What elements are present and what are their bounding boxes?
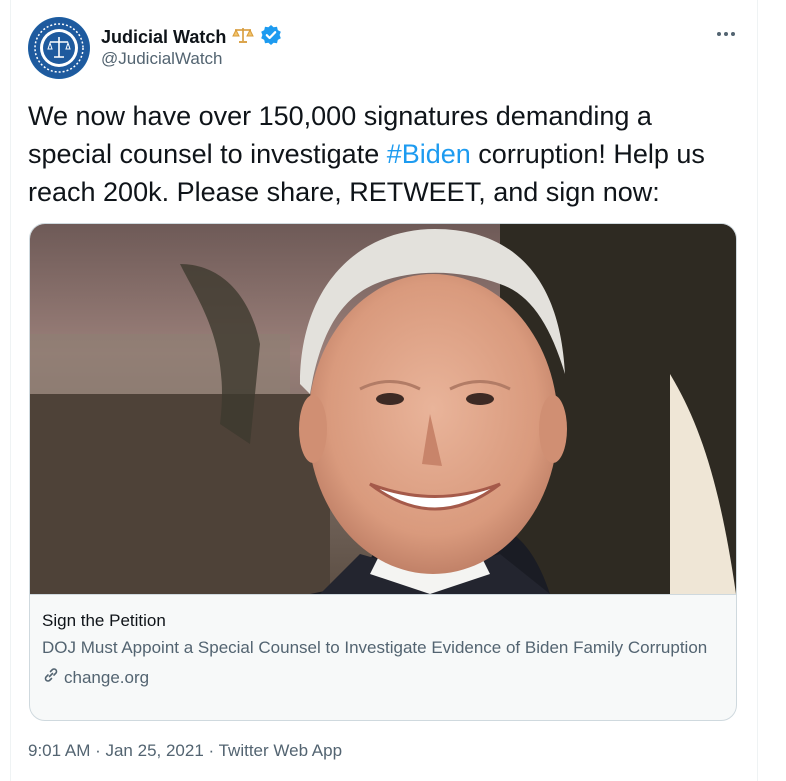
card-body: Sign the Petition DOJ Must Appoint a Spe…: [42, 610, 722, 689]
hashtag-link[interactable]: #Biden: [387, 139, 471, 169]
more-options-icon[interactable]: [714, 22, 738, 46]
card-label: Sign the Petition: [42, 611, 166, 630]
timestamp[interactable]: 9:01 AM · Jan 25, 2021 ·: [28, 741, 219, 760]
card-domain[interactable]: change.org: [64, 668, 149, 688]
source-app[interactable]: Twitter Web App: [219, 741, 342, 760]
tweet-metadata: 9:01 AM · Jan 25, 2021 · Twitter Web App: [28, 741, 342, 761]
card-title[interactable]: DOJ Must Appoint a Special Counsel to In…: [42, 636, 722, 660]
avatar[interactable]: [28, 17, 90, 79]
card-image[interactable]: [30, 224, 736, 595]
link-icon: [42, 666, 60, 689]
card-link[interactable]: change.org: [42, 666, 722, 689]
author-name[interactable]: Judicial Watch: [101, 27, 226, 48]
author-name-row[interactable]: Judicial Watch: [101, 24, 282, 51]
scales-of-justice-icon: [232, 26, 255, 49]
link-card[interactable]: Sign the Petition DOJ Must Appoint a Spe…: [29, 223, 737, 721]
author-handle[interactable]: @JudicialWatch: [101, 49, 223, 69]
verified-badge-icon: [260, 24, 282, 51]
tweet-text: We now have over 150,000 signatures dema…: [28, 97, 728, 211]
